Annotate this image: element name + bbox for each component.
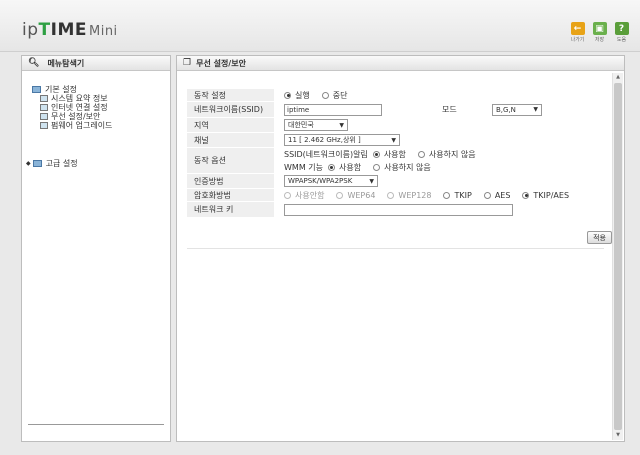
iptime-logo: ipTIME Mini [22,20,118,40]
scroll-down-icon[interactable]: ▼ [613,431,623,440]
magnifier-icon: 🔍︎ [28,58,40,68]
row-region: 지역 대한민국 ▼ [187,118,604,133]
wmm-off-radio[interactable]: 사용하지 않음 [373,162,431,173]
enc-tkipaes-radio[interactable]: TKIP/AES [522,191,569,200]
scroll-up-icon[interactable]: ▲ [613,73,623,82]
menu-explorer-panel: 🔍︎ 메뉴탐색기 기본 설정 시스템 요약 정보 인터넷 연결 설정 무선 설정… [21,55,171,442]
left-divider [28,424,164,425]
mode-select[interactable]: B,G,N ▼ [492,103,542,116]
row-options: 동작 옵션 SSID(네트워크이름)알림 사용함 사용하지 않음 WMM 기능 … [187,148,604,174]
help-icon: ? [614,22,629,35]
row-ssid: 네트워크이름(SSID) iptime 모드 B,G,N ▼ [187,102,604,118]
exit-icon: ← [570,22,585,35]
ssid-broadcast-off-radio[interactable]: 사용하지 않음 [417,149,476,160]
folder-open-icon [32,85,41,93]
upgrade-icon [40,122,48,129]
content-panel: ❐ 무선 설정/보안 동작 설정 실행 중단 네트워크이름(SSID) ipti… [176,55,625,442]
enc-none-radio[interactable]: 사용안함 [284,190,324,201]
row-channel: 채널 11 [ 2.462 GHz,상위 ] ▼ [187,133,604,148]
help-button[interactable]: ? 도움 [613,22,630,43]
ssid-input[interactable]: iptime [284,103,382,116]
channel-select[interactable]: 11 [ 2.462 GHz,상위 ] ▼ [284,134,400,146]
row-network-key: 네트워크 키 [187,202,604,218]
enc-wep64-radio[interactable]: WEP64 [336,191,375,200]
folder-closed-icon [32,160,42,167]
dropdown-arrow-icon: ▼ [533,106,538,113]
header-bar: ipTIME Mini ← 나가기 ▣ 저장 ? 도움 [0,0,640,52]
expand-icon: ◆ [26,160,31,167]
dropdown-arrow-icon: ▼ [339,121,344,129]
region-select[interactable]: 대한민국 ▼ [284,119,348,131]
menu-explorer-title: 메뉴탐색기 [47,58,85,68]
content-header: ❐ 무선 설정/보안 [177,56,624,71]
page-icon: ❐ [183,58,192,68]
op-run-radio[interactable]: 실행 [284,90,310,101]
apply-button[interactable]: 적용 [587,231,612,244]
dropdown-arrow-icon: ▼ [391,136,396,144]
ssid-broadcast-on-radio[interactable]: 사용함 [372,149,406,160]
menu-tree: 기본 설정 시스템 요약 정보 인터넷 연결 설정 무선 설정/보안 펌웨어 업… [26,84,112,169]
dropdown-arrow-icon: ▼ [369,177,374,185]
tree-group-advanced[interactable]: ◆ 고급 설정 [26,158,78,169]
row-encryption: 암호화방법 사용안함 WEP64 WEP128 TKIP AES TKIP/AE… [187,189,604,202]
auth-select[interactable]: WPAPSK/WPA2PSK ▼ [284,175,378,187]
enc-tkip-radio[interactable]: TKIP [443,191,472,200]
exit-button[interactable]: ← 나가기 [569,22,586,43]
wmm-on-radio[interactable]: 사용함 [327,162,361,173]
computer-icon [40,104,48,111]
enc-wep128-radio[interactable]: WEP128 [387,191,431,200]
row-auth: 인증방법 WPAPSK/WPA2PSK ▼ [187,174,604,189]
scroll-thumb[interactable] [614,83,622,430]
op-stop-radio[interactable]: 중단 [321,90,347,101]
wireless-settings-form: 동작 설정 실행 중단 네트워크이름(SSID) iptime 모드 B,G,N… [187,89,604,218]
wireless-icon [40,113,48,120]
chart-icon [40,95,48,102]
sidebar-item-firmware-upgrade[interactable]: 펌웨어 업그레이드 [40,121,112,130]
enc-aes-radio[interactable]: AES [483,191,510,200]
vertical-scrollbar[interactable]: ▲ ▼ [612,73,623,440]
save-button[interactable]: ▣ 저장 [591,22,608,43]
network-key-input[interactable] [284,203,513,216]
row-operation: 동작 설정 실행 중단 [187,89,604,102]
save-icon: ▣ [592,22,607,35]
menu-explorer-header: 🔍︎ 메뉴탐색기 [22,56,170,71]
page-title: 무선 설정/보안 [196,58,246,68]
top-toolbar: ← 나가기 ▣ 저장 ? 도움 [569,22,630,43]
form-divider [187,248,604,249]
